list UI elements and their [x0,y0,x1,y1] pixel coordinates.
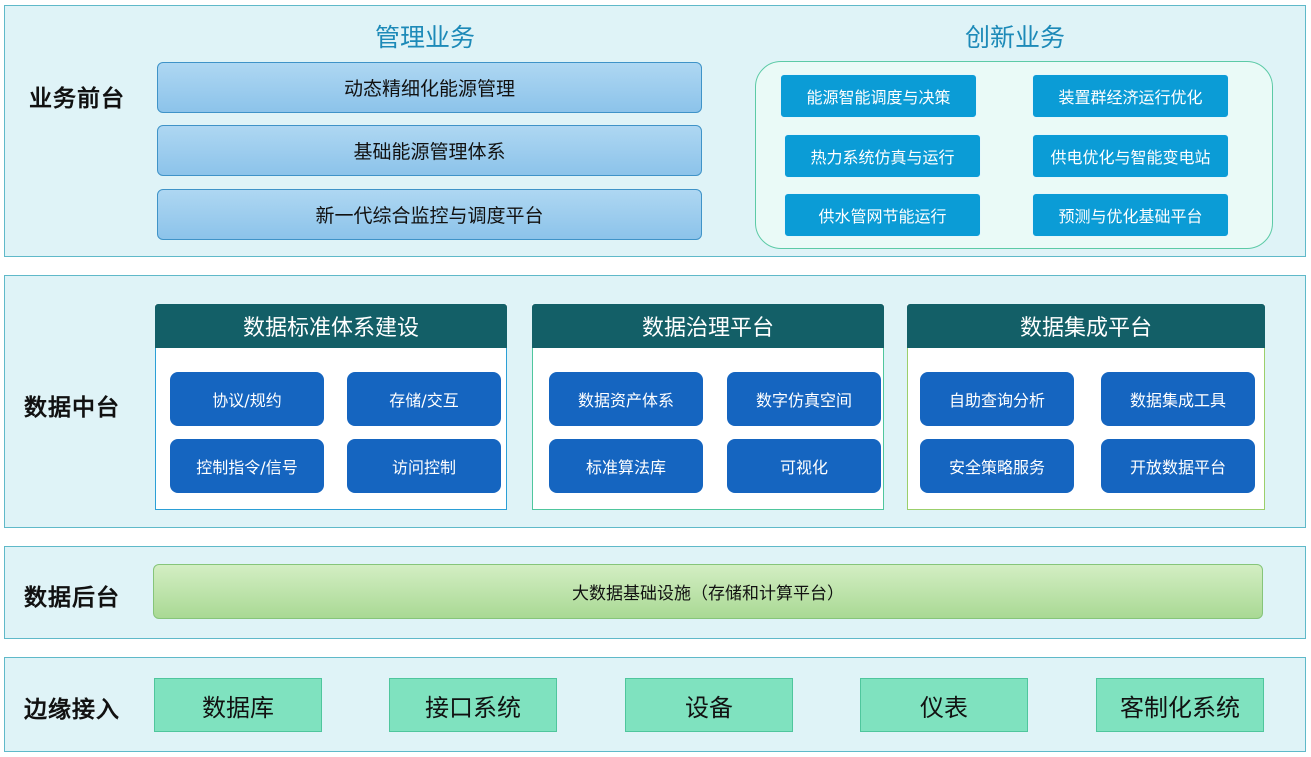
management-title: 管理业务 [374,23,475,52]
innovation-item[interactable]: 装置群经济运行优化 [1032,74,1229,118]
backend-layer-label: 数据后台 [24,585,120,611]
panel-item[interactable]: 数据资产体系 [549,372,703,426]
edge-item-instrument[interactable]: 仪表 [860,678,1028,732]
edge-layer-label: 边缘接入 [24,697,120,723]
panel-title: 数据治理平台 [532,304,884,348]
management-item[interactable]: 动态精细化能源管理 [157,62,702,113]
management-item[interactable]: 新一代综合监控与调度平台 [157,189,702,240]
panel-item[interactable]: 开放数据平台 [1101,439,1255,493]
data-governance-panel: 数据治理平台 数据资产体系 数字仿真空间 标准算法库 可视化 [532,304,884,510]
frontend-layer: 业务前台 管理业务 动态精细化能源管理 基础能源管理体系 新一代综合监控与调度平… [4,5,1306,257]
panel-body: 自助查询分析 数据集成工具 安全策略服务 开放数据平台 [907,348,1265,510]
panel-item[interactable]: 存储/交互 [347,372,501,426]
panel-body: 数据资产体系 数字仿真空间 标准算法库 可视化 [532,348,884,510]
panel-item[interactable]: 控制指令/信号 [170,439,324,493]
panel-item[interactable]: 数据集成工具 [1101,372,1255,426]
edge-item-interface-system[interactable]: 接口系统 [389,678,557,732]
panel-title: 数据标准体系建设 [155,304,507,348]
panel-item[interactable]: 数字仿真空间 [727,372,881,426]
innovation-title: 创新业务 [964,23,1065,52]
management-item[interactable]: 基础能源管理体系 [157,125,702,176]
panel-item[interactable]: 标准算法库 [549,439,703,493]
panel-item[interactable]: 可视化 [727,439,881,493]
edge-item-device[interactable]: 设备 [625,678,793,732]
frontend-layer-label: 业务前台 [29,86,125,112]
panel-item[interactable]: 访问控制 [347,439,501,493]
panel-item[interactable]: 协议/规约 [170,372,324,426]
panel-item[interactable]: 安全策略服务 [920,439,1074,493]
innovation-item[interactable]: 热力系统仿真与运行 [784,134,981,178]
innovation-item[interactable]: 供水管网节能运行 [784,193,981,237]
innovation-item[interactable]: 供电优化与智能变电站 [1032,134,1229,178]
innovation-item[interactable]: 能源智能调度与决策 [780,74,977,118]
panel-item[interactable]: 自助查询分析 [920,372,1074,426]
innovation-item[interactable]: 预测与优化基础平台 [1032,193,1229,237]
data-integration-panel: 数据集成平台 自助查询分析 数据集成工具 安全策略服务 开放数据平台 [907,304,1265,510]
big-data-infrastructure[interactable]: 大数据基础设施（存储和计算平台） [153,564,1263,619]
edge-item-database[interactable]: 数据库 [154,678,322,732]
middle-layer-label: 数据中台 [24,395,120,421]
innovation-group: 能源智能调度与决策 装置群经济运行优化 热力系统仿真与运行 供电优化与智能变电站… [755,61,1273,249]
edge-item-custom-system[interactable]: 客制化系统 [1096,678,1264,732]
panel-body: 协议/规约 存储/交互 控制指令/信号 访问控制 [155,348,507,510]
panel-title: 数据集成平台 [907,304,1265,348]
data-standard-panel: 数据标准体系建设 协议/规约 存储/交互 控制指令/信号 访问控制 [155,304,507,510]
